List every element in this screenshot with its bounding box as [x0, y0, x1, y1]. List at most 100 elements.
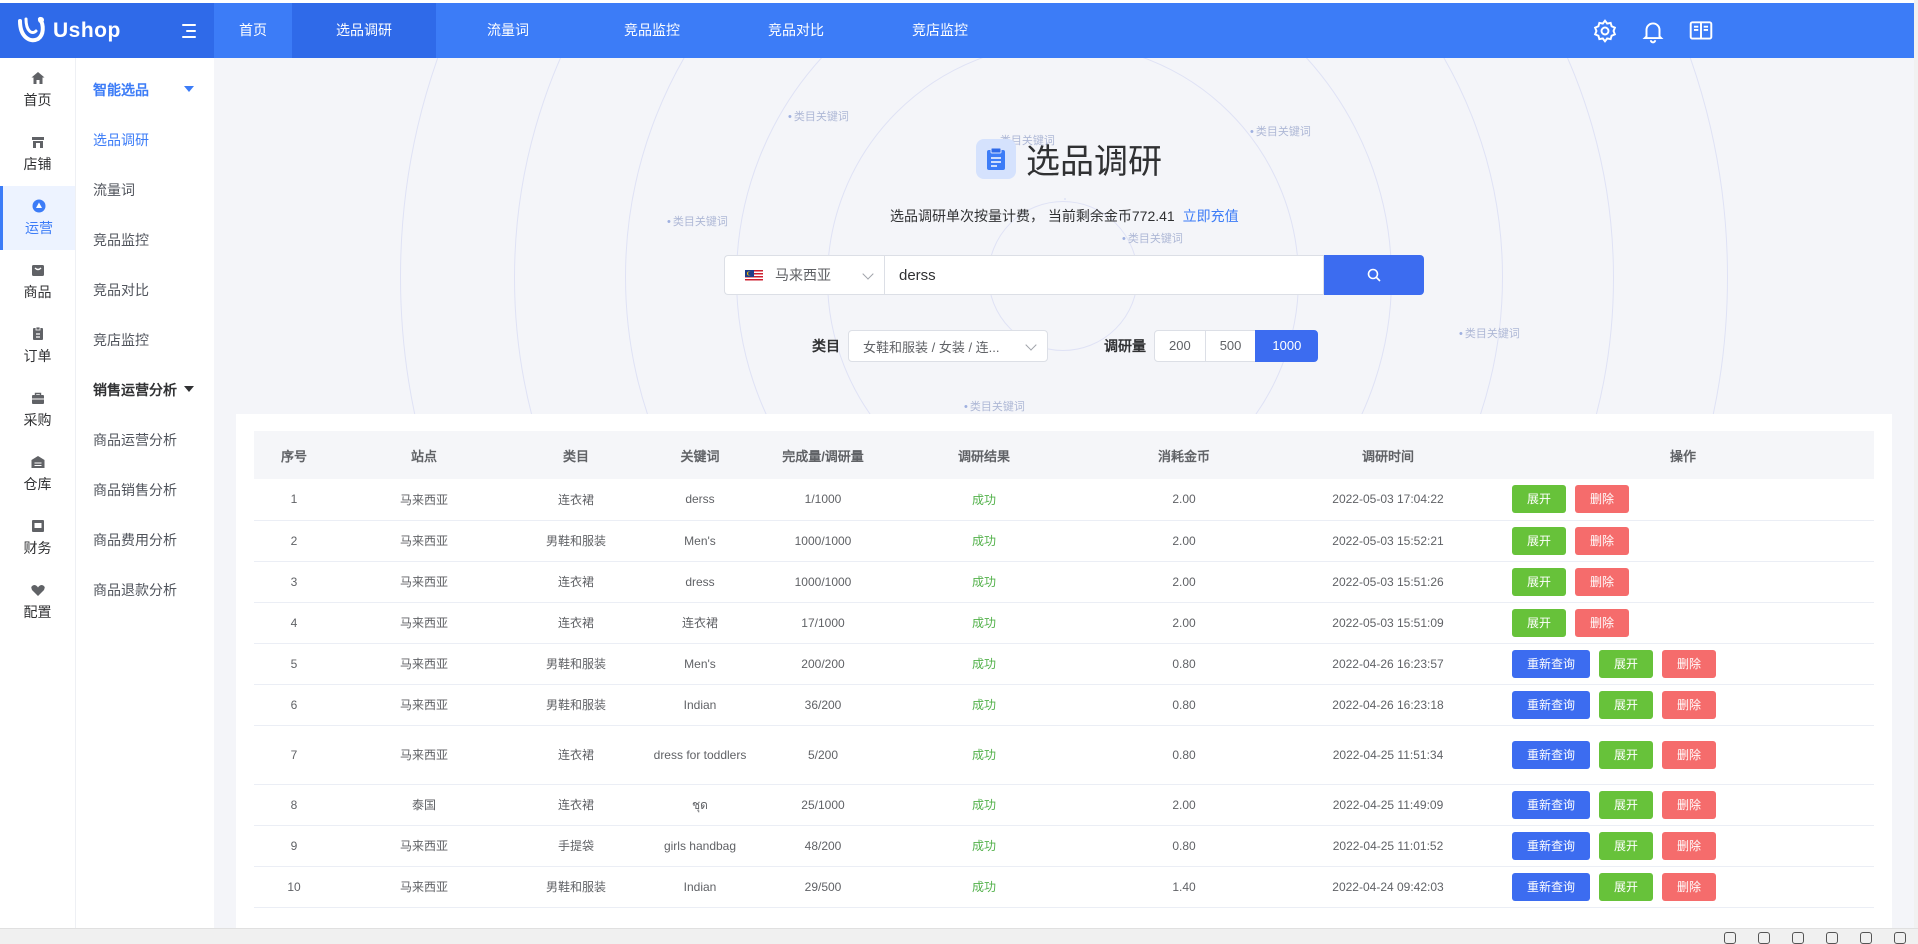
cell-site: 马来西亚 [334, 825, 514, 867]
tray-icon[interactable] [1860, 932, 1872, 944]
rail-item-finance[interactable]: 财务 [0, 506, 75, 570]
quantity-option-200[interactable]: 200 [1154, 330, 1206, 362]
rail-item-warehouse[interactable]: 仓库 [0, 442, 75, 506]
delete-button[interactable]: 删除 [1575, 526, 1630, 555]
delete-button[interactable]: 删除 [1662, 690, 1717, 719]
rail-label: 运营 [25, 220, 53, 236]
expand-button[interactable]: 展开 [1599, 790, 1654, 819]
submenu-item-product-research[interactable]: 选品调研 [76, 115, 214, 165]
brand-logo[interactable]: Ushop [0, 3, 214, 58]
cell-actions: 重新查询 展开 删除 [1492, 784, 1874, 826]
rail-item-purchase[interactable]: 采购 [0, 378, 75, 442]
submenu-item-product-cost-analysis[interactable]: 商品费用分析 [76, 515, 214, 565]
rail-label: 财务 [23, 540, 52, 556]
sub-menu: 智能选品 选品调研 流量词 竞品监控 竞品对比 竞店监控 销售运营分析 商品运营… [76, 58, 214, 928]
requery-button[interactable]: 重新查询 [1512, 690, 1591, 719]
tray-icon[interactable] [1826, 932, 1838, 944]
expand-button[interactable]: 展开 [1512, 526, 1567, 555]
delete-button[interactable]: 删除 [1662, 790, 1717, 819]
topnav-product-research[interactable]: 选品调研 [292, 3, 436, 58]
delete-button[interactable]: 删除 [1662, 649, 1717, 678]
topnav-traffic-words[interactable]: 流量词 [436, 3, 580, 58]
delete-button[interactable]: 删除 [1662, 831, 1717, 860]
table-row: 7 马来西亚 连衣裙 dress for toddlers 5/200 成功 0.80 202… [254, 725, 1874, 785]
rail-item-store[interactable]: 店铺 [0, 122, 75, 186]
expand-button[interactable]: 展开 [1512, 567, 1567, 596]
cell-no: 8 [254, 784, 334, 826]
country-select[interactable]: 马来西亚 [724, 255, 884, 295]
hero-section: 类目关键词 类目关键词 类目关键词 类目关键词 类目关键词 类目关键词 类目关键… [214, 58, 1914, 414]
bell-icon[interactable] [1640, 18, 1666, 44]
tray-icon[interactable] [1792, 932, 1804, 944]
topnav-competitor-compare[interactable]: 竞品对比 [724, 3, 868, 58]
expand-button[interactable]: 展开 [1599, 649, 1654, 678]
requery-button[interactable]: 重新查询 [1512, 872, 1591, 901]
expand-button[interactable]: 展开 [1599, 872, 1654, 901]
rail-item-product[interactable]: 商品 [0, 250, 75, 314]
keyword-search-input[interactable] [884, 255, 1324, 295]
submenu-item-product-ops-analysis[interactable]: 商品运营分析 [76, 415, 214, 465]
submenu-item-shop-monitor[interactable]: 竞店监控 [76, 315, 214, 365]
country-value: 马来西亚 [775, 267, 831, 283]
rail-item-operations[interactable]: 运营 [0, 186, 75, 250]
requery-button[interactable]: 重新查询 [1512, 740, 1591, 769]
cell-no: 3 [254, 561, 334, 603]
cell-actions: 重新查询 展开 删除 [1492, 684, 1874, 726]
delete-button[interactable]: 删除 [1575, 567, 1630, 596]
expand-button[interactable]: 展开 [1512, 485, 1567, 514]
delete-button[interactable]: 删除 [1662, 872, 1717, 901]
rail-item-home[interactable]: 首页 [0, 58, 75, 122]
quantity-option-1000[interactable]: 1000 [1255, 330, 1319, 362]
cell-site: 马来西亚 [334, 866, 514, 908]
cell-time: 2022-04-26 16:23:18 [1284, 684, 1492, 726]
cell-progress: 200/200 [762, 643, 884, 685]
cell-actions: 展开 删除 [1492, 561, 1874, 603]
cell-coins: 2.00 [1084, 479, 1284, 521]
search-button[interactable] [1324, 255, 1424, 295]
table-row: 6 马来西亚 男鞋和服装 Indian 36/200 成功 0.80 2022-04-26 1… [254, 684, 1874, 726]
tray-icon[interactable] [1758, 932, 1770, 944]
vertical-scrollbar[interactable] [1914, 0, 1918, 944]
expand-button[interactable]: 展开 [1599, 690, 1654, 719]
ushop-logo-icon [18, 16, 45, 42]
topnav-competitor-monitor[interactable]: 竞品监控 [580, 3, 724, 58]
submenu-item-competitor-monitor[interactable]: 竞品监控 [76, 215, 214, 265]
submenu-item-product-sales-analysis[interactable]: 商品销售分析 [76, 465, 214, 515]
submenu-group-smart-selection[interactable]: 智能选品 [76, 65, 214, 115]
cell-keyword: Indian [638, 866, 762, 908]
recharge-link[interactable]: 立即充值 [1183, 208, 1239, 224]
topnav-home[interactable]: 首页 [214, 3, 292, 58]
submenu-group-sales-analysis[interactable]: 销售运营分析 [76, 365, 214, 415]
order-icon [32, 326, 43, 340]
requery-button[interactable]: 重新查询 [1512, 649, 1591, 678]
delete-button[interactable]: 删除 [1575, 608, 1630, 637]
expand-button[interactable]: 展开 [1512, 608, 1567, 637]
topnav-shop-monitor[interactable]: 竞店监控 [868, 3, 1012, 58]
expand-button[interactable]: 展开 [1599, 831, 1654, 860]
main-content: 类目关键词 类目关键词 类目关键词 类目关键词 类目关键词 类目关键词 类目关键… [214, 58, 1914, 928]
requery-button[interactable]: 重新查询 [1512, 831, 1591, 860]
quantity-option-500[interactable]: 500 [1204, 330, 1257, 362]
rail-label: 配置 [23, 604, 52, 620]
cell-time: 2022-04-25 11:51:34 [1284, 725, 1492, 785]
table-row: 8 泰国 连衣裙 ชุด 25/1000 成功 2.00 2022-04-25 11:49:0… [254, 784, 1874, 826]
category-select[interactable]: 女鞋和服装 / 女装 / 连... [848, 330, 1048, 362]
cell-time: 2022-05-03 15:51:09 [1284, 602, 1492, 644]
cell-time: 2022-05-03 17:04:22 [1284, 479, 1492, 521]
gear-icon[interactable] [1592, 18, 1618, 44]
menu-toggle-icon[interactable] [178, 23, 196, 38]
submenu-item-competitor-compare[interactable]: 竞品对比 [76, 265, 214, 315]
tray-icon[interactable] [1894, 932, 1906, 944]
delete-button[interactable]: 删除 [1575, 485, 1630, 514]
delete-button[interactable]: 删除 [1662, 740, 1717, 769]
requery-button[interactable]: 重新查询 [1512, 790, 1591, 819]
rail-item-config[interactable]: 配置 [0, 570, 75, 634]
submenu-item-traffic-words[interactable]: 流量词 [76, 165, 214, 215]
cell-result: 成功 [884, 684, 1084, 726]
tray-icon[interactable] [1724, 932, 1736, 944]
rail-item-order[interactable]: 订单 [0, 314, 75, 378]
book-icon[interactable] [1688, 18, 1714, 44]
submenu-item-product-refund-analysis[interactable]: 商品退款分析 [76, 565, 214, 615]
expand-button[interactable]: 展开 [1599, 740, 1654, 769]
cell-actions: 重新查询 展开 删除 [1492, 643, 1874, 685]
